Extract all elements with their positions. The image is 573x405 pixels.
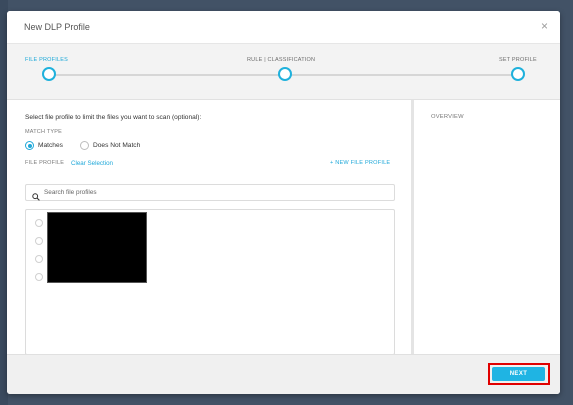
step-dot-rule-classification — [278, 67, 292, 81]
next-button[interactable]: NEXT — [492, 367, 545, 381]
step-dot-file-profiles — [42, 67, 56, 81]
radio-does-not-match[interactable] — [80, 141, 89, 150]
list-item-radio[interactable] — [35, 237, 43, 245]
step-label-rule-classification: RULE | CLASSIFICATION — [247, 57, 316, 63]
instruction-text: Select file profile to limit the files y… — [25, 114, 202, 121]
wizard-stepper: FILE PROFILES RULE | CLASSIFICATION SET … — [7, 44, 560, 100]
dialog-title: New DLP Profile — [24, 22, 90, 32]
redacted-list-labels — [47, 212, 147, 283]
dialog-header: New DLP Profile × — [7, 11, 560, 44]
overview-panel: OVERVIEW — [414, 100, 560, 354]
overview-label: OVERVIEW — [431, 114, 464, 120]
radio-matches-label: Matches — [38, 142, 63, 149]
search-icon — [32, 188, 40, 206]
match-type-label: MATCH TYPE — [25, 129, 62, 135]
file-profile-list — [25, 209, 395, 355]
file-profile-panel: Select file profile to limit the files y… — [7, 100, 411, 355]
radio-does-not-match-label: Does Not Match — [93, 142, 141, 149]
list-item-radio[interactable] — [35, 273, 43, 281]
step-dot-set-profile — [511, 67, 525, 81]
new-dlp-profile-dialog: New DLP Profile × FILE PROFILES RULE | C… — [7, 11, 560, 394]
clear-selection-link[interactable]: Clear Selection — [71, 160, 113, 167]
match-option-matches[interactable]: Matches — [25, 141, 63, 150]
match-option-does-not-match[interactable]: Does Not Match — [80, 141, 140, 150]
step-label-set-profile: SET PROFILE — [499, 57, 537, 63]
file-profile-label: FILE PROFILE — [25, 160, 65, 166]
step-label-file-profiles: FILE PROFILES — [25, 57, 68, 63]
close-icon[interactable]: × — [541, 19, 548, 33]
list-item-radio[interactable] — [35, 255, 43, 263]
new-file-profile-link[interactable]: + NEW FILE PROFILE — [330, 160, 390, 166]
radio-matches[interactable] — [25, 141, 34, 150]
search-box — [25, 184, 395, 201]
dialog-footer: NEXT — [7, 354, 560, 394]
search-file-profiles-input[interactable] — [44, 185, 384, 200]
list-item-radio[interactable] — [35, 219, 43, 227]
